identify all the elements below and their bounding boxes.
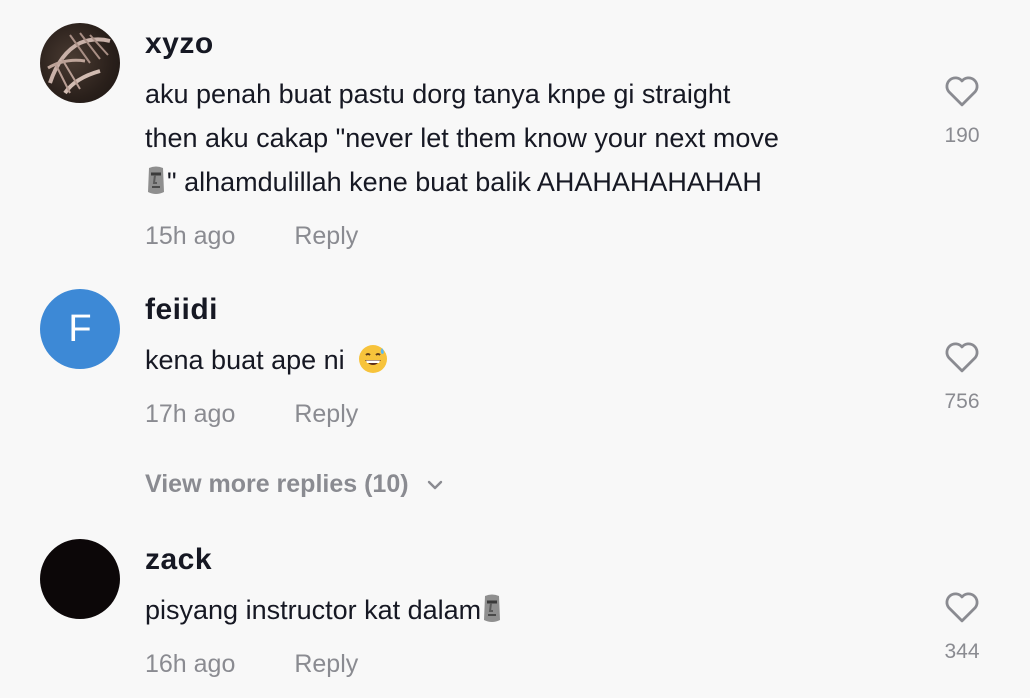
comment-username[interactable]: xyzo [145, 27, 214, 61]
avatar[interactable] [40, 23, 120, 103]
view-more-replies-button[interactable]: View more replies (10) [145, 470, 444, 499]
comment-username[interactable]: zack [145, 543, 212, 577]
like-button[interactable]: 344 [936, 590, 988, 664]
avatar[interactable] [40, 539, 120, 619]
comment-text-segment: " alhamdulillah kene buat balik AHAHAHAH… [167, 167, 762, 197]
moai-emoji [481, 593, 503, 623]
like-count: 344 [944, 640, 980, 663]
moai-emoji [145, 165, 167, 195]
chevron-down-icon [427, 481, 442, 490]
comment-meta: 15h ago Reply [145, 222, 358, 251]
heart-outline-icon [945, 592, 979, 623]
comment-text-segment: pisyang instructor kat dalam [145, 595, 482, 625]
like-button[interactable]: 190 [936, 74, 988, 148]
comment-text-segment: kena buat ape ni [145, 345, 345, 375]
avatar[interactable]: F [40, 289, 120, 369]
like-button[interactable]: 756 [936, 340, 988, 414]
comment-time: 16h ago [145, 650, 236, 678]
comment-text: kena buat ape ni [145, 338, 905, 387]
comment-meta: 17h ago Reply [145, 400, 358, 429]
comment-text-line: then aku cakap "never let them know your… [145, 123, 779, 153]
comments-list: xyzo aku penah buat pastu dorg tanya knp… [0, 0, 1030, 698]
comment-text: aku penah buat pastu dorg tanya knpe gi … [145, 72, 905, 204]
comment-text: pisyang instructor kat dalam [145, 588, 905, 632]
comment-text-line: " alhamdulillah kene buat balik AHAHAHAH… [145, 160, 905, 204]
reply-button[interactable]: Reply [294, 222, 358, 250]
reply-button[interactable]: Reply [294, 650, 358, 678]
like-count: 756 [944, 390, 980, 413]
comment-username[interactable]: feiidi [145, 293, 218, 327]
avatar-letter: F [68, 307, 92, 350]
reply-button[interactable]: Reply [294, 400, 358, 428]
heart-outline-icon [945, 76, 979, 107]
heart-outline-icon [945, 342, 979, 373]
comment-time: 17h ago [145, 400, 236, 428]
sneaker-photo-icon [47, 32, 111, 95]
comment-text-line: aku penah buat pastu dorg tanya knpe gi … [145, 79, 731, 109]
comment-time: 15h ago [145, 222, 236, 250]
comment-meta: 16h ago Reply [145, 650, 358, 679]
view-more-replies-label: View more replies (10) [145, 470, 409, 498]
like-count: 190 [944, 124, 980, 147]
grinning-sweat-emoji [358, 343, 388, 387]
